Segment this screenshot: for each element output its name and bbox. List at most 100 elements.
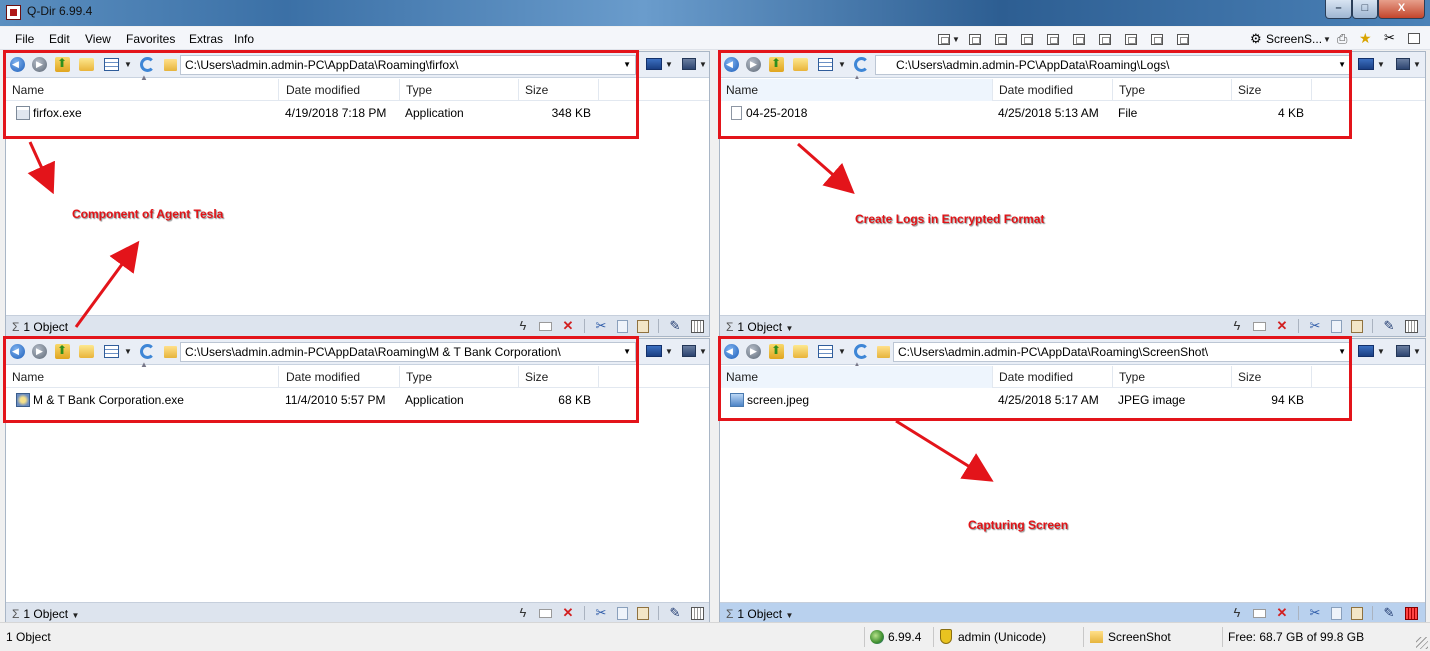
network-icon[interactable] [682, 58, 696, 70]
status-current-folder: ScreenShot [1108, 630, 1171, 644]
lightning-icon[interactable]: ϟ [1230, 606, 1244, 620]
network-icon[interactable] [682, 345, 696, 357]
chevron-down-icon[interactable]: ▼ [952, 35, 960, 44]
highlight-box-bank [3, 336, 639, 423]
rename-icon[interactable]: ✎ [1382, 319, 1396, 333]
shield-icon [940, 629, 952, 644]
status-version[interactable]: 6.99.4 [888, 627, 921, 647]
menu-edit[interactable]: Edit [49, 32, 70, 46]
copy-icon[interactable] [1331, 606, 1342, 620]
paste-icon[interactable] [1351, 606, 1363, 620]
lightning-icon[interactable]: ϟ [1230, 319, 1244, 333]
chevron-down-icon[interactable]: ▼ [699, 347, 707, 356]
delete-icon[interactable]: ✕ [1275, 319, 1289, 333]
layout-icon[interactable] [1150, 33, 1163, 45]
layout-icon[interactable] [1046, 33, 1059, 45]
maximize-button[interactable]: □ [1352, 0, 1378, 19]
layout-icon[interactable] [1020, 33, 1033, 45]
cut-icon[interactable]: ✂ [1308, 606, 1322, 620]
paste-icon[interactable] [1351, 319, 1363, 333]
minimize-button[interactable]: – [1325, 0, 1352, 19]
menu-extras[interactable]: Extras [189, 32, 223, 46]
close-button[interactable]: X [1378, 0, 1425, 19]
delete-icon[interactable]: ✕ [561, 319, 575, 333]
monitor-icon[interactable] [1358, 58, 1374, 70]
status-user: admin (Unicode) [958, 630, 1047, 644]
chevron-down-icon[interactable]: ▼ [665, 347, 673, 356]
object-count: Σ1 Object [12, 320, 69, 334]
layout-icon[interactable] [1124, 33, 1137, 45]
monitor-icon[interactable] [646, 58, 662, 70]
network-icon[interactable] [1396, 345, 1410, 357]
mail-icon[interactable] [539, 608, 552, 618]
separator [1298, 319, 1299, 333]
delete-icon[interactable]: ✕ [1275, 606, 1289, 620]
rename-icon[interactable]: ✎ [668, 606, 682, 620]
layout-icon[interactable] [1176, 33, 1189, 45]
status-object-count: 1 Object [6, 630, 51, 644]
pane-actions: ϟ ✕ ✂ ✎ [1230, 319, 1418, 333]
menu-file[interactable]: File [15, 32, 34, 46]
chevron-down-icon[interactable]: ▼ [1413, 60, 1421, 69]
layout-icon[interactable] [994, 33, 1007, 45]
print-icon[interactable]: ⎙ [1337, 31, 1347, 47]
q-dir-window: Q-Dir 6.99.4 – □ X File Edit View Favori… [0, 0, 1430, 651]
delete-icon[interactable]: ✕ [561, 606, 575, 620]
screens-menu[interactable]: ScreenS... [1266, 32, 1322, 46]
cut-icon[interactable]: ✂ [594, 319, 608, 333]
separator [584, 319, 585, 333]
paste-icon[interactable] [637, 606, 649, 620]
separator [1083, 627, 1084, 647]
cut-icon[interactable]: ✂ [594, 606, 608, 620]
app-icon[interactable] [6, 5, 21, 20]
layout-icon[interactable] [1072, 33, 1085, 45]
layout-toolbar: ▼ [938, 30, 1200, 48]
lightning-icon[interactable]: ϟ [516, 606, 530, 620]
monitor-icon[interactable] [1358, 345, 1374, 357]
resize-grip[interactable] [1416, 637, 1428, 649]
chevron-down-icon[interactable]: ▼ [699, 60, 707, 69]
network-icon[interactable] [1396, 58, 1410, 70]
zoom-icon[interactable]: ✂ [1384, 30, 1395, 46]
layout-4-pane-icon[interactable] [938, 33, 950, 45]
highlight-box-screenshot [718, 336, 1352, 421]
object-count[interactable]: Σ1 Object ▼ [726, 607, 793, 621]
screens-icon[interactable]: ⚙ [1250, 31, 1262, 47]
separator [584, 606, 585, 620]
single-pane-icon[interactable] [1408, 33, 1420, 44]
highlight-box-logs [718, 50, 1352, 139]
chevron-down-icon[interactable]: ▼ [1413, 347, 1421, 356]
chevron-down-icon[interactable]: ▼ [1323, 35, 1331, 44]
monitor-icon[interactable] [646, 345, 662, 357]
title-bar[interactable]: Q-Dir 6.99.4 – □ X [0, 0, 1430, 26]
object-count[interactable]: Σ1 Object ▼ [12, 607, 79, 621]
rename-icon[interactable]: ✎ [668, 319, 682, 333]
cut-icon[interactable]: ✂ [1308, 319, 1322, 333]
properties-icon[interactable] [691, 606, 704, 620]
copy-icon[interactable] [617, 319, 628, 333]
favorites-star-icon[interactable]: ★ [1359, 30, 1372, 47]
mail-icon[interactable] [539, 321, 552, 331]
menu-view[interactable]: View [85, 32, 111, 46]
separator [1372, 606, 1373, 620]
copy-icon[interactable] [1331, 319, 1342, 333]
lightning-icon[interactable]: ϟ [516, 319, 530, 333]
rename-icon[interactable]: ✎ [1382, 606, 1396, 620]
chevron-down-icon[interactable]: ▼ [1377, 60, 1385, 69]
layout-icon[interactable] [1098, 33, 1111, 45]
properties-icon[interactable] [1405, 606, 1418, 620]
mail-icon[interactable] [1253, 608, 1266, 618]
mail-icon[interactable] [1253, 321, 1266, 331]
layout-icon[interactable] [968, 33, 981, 45]
chevron-down-icon[interactable]: ▼ [1377, 347, 1385, 356]
properties-icon[interactable] [691, 319, 704, 333]
menu-info[interactable]: Info [234, 32, 254, 46]
copy-icon[interactable] [617, 606, 628, 620]
paste-icon[interactable] [637, 319, 649, 333]
properties-icon[interactable] [1405, 319, 1418, 333]
pane-splitter[interactable] [712, 51, 717, 622]
status-bar: 1 Object 6.99.4 admin (Unicode) ScreenSh… [0, 622, 1430, 651]
chevron-down-icon[interactable]: ▼ [665, 60, 673, 69]
object-count[interactable]: Σ1 Object ▼ [726, 320, 793, 334]
menu-favorites[interactable]: Favorites [126, 32, 175, 46]
